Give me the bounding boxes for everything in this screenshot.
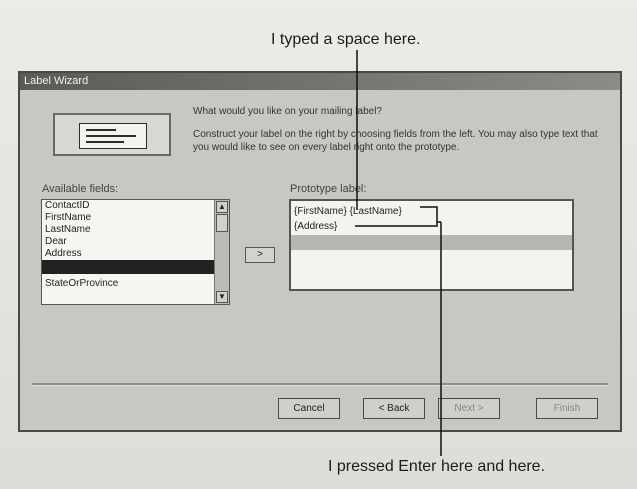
scroll-thumb[interactable] — [216, 214, 228, 232]
label-card-icon — [79, 123, 147, 149]
list-item[interactable]: ContactID — [42, 200, 229, 212]
scroll-down-icon[interactable]: ▼ — [216, 291, 228, 303]
finish-button[interactable]: Finish — [536, 398, 598, 419]
prototype-label-heading: Prototype label: — [290, 183, 367, 195]
wizard-instructions: Construct your label on the right by cho… — [193, 129, 598, 153]
callout-bottom: I pressed Enter here and here. — [328, 458, 546, 475]
list-item[interactable]: FirstName — [42, 212, 229, 224]
list-item-selected[interactable] — [42, 260, 229, 274]
prototype-label-box[interactable]: {FirstName} {LastName} {Address} — [289, 199, 574, 291]
available-fields-list[interactable]: ContactID FirstName LastName Dear Addres… — [41, 199, 230, 305]
available-fields-label: Available fields: — [42, 183, 119, 195]
label-illustration — [53, 113, 171, 156]
next-button[interactable]: Next > — [438, 398, 500, 419]
dialog-separator — [32, 383, 608, 386]
page-background: I typed a space here. Label Wizard What … — [0, 0, 637, 489]
back-button[interactable]: < Back — [363, 398, 425, 419]
prototype-line[interactable]: {Address} — [294, 220, 337, 233]
list-item[interactable]: StateOrProvince — [42, 278, 229, 290]
label-wizard-dialog: Label Wizard What would you like on your… — [18, 71, 622, 432]
wizard-question: What would you like on your mailing labe… — [193, 106, 382, 117]
list-item[interactable]: LastName — [42, 224, 229, 236]
callout-top: I typed a space here. — [271, 31, 421, 48]
list-item[interactable]: Dear — [42, 236, 229, 248]
prototype-line[interactable]: {FirstName} {LastName} — [294, 205, 402, 218]
cancel-button[interactable]: Cancel — [278, 398, 340, 419]
list-scrollbar[interactable]: ▲ ▼ — [214, 200, 229, 304]
current-line-highlight — [291, 235, 572, 250]
dialog-title: Label Wizard — [20, 73, 620, 90]
scroll-up-icon[interactable]: ▲ — [216, 201, 228, 213]
list-item[interactable]: Address — [42, 248, 229, 260]
add-field-button[interactable]: > — [245, 247, 275, 263]
